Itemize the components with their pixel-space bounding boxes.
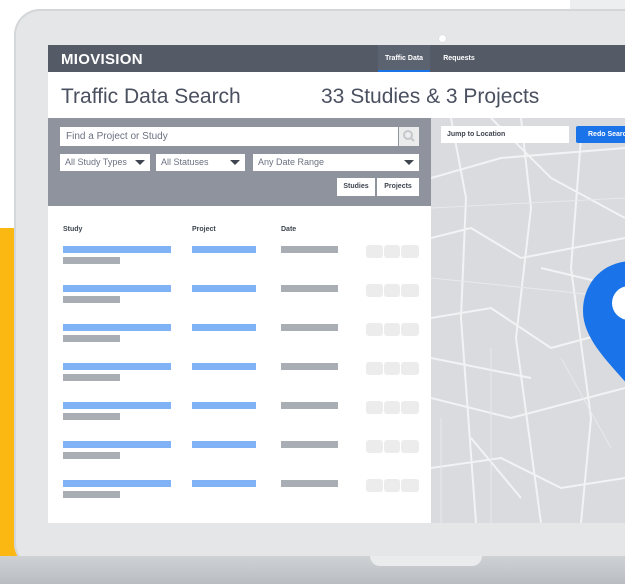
- project-name-placeholder: [192, 402, 256, 409]
- map-panel[interactable]: Jump to Location Redo Search: [431, 118, 625, 523]
- study-name-placeholder: [63, 363, 171, 370]
- study-type-select[interactable]: All Study Types: [60, 154, 150, 171]
- top-navigation-bar: MIOVISION Traffic Data Requests: [48, 45, 625, 72]
- table-row[interactable]: [48, 245, 431, 272]
- row-action-button[interactable]: [401, 245, 419, 258]
- row-action-button[interactable]: [401, 362, 419, 375]
- date-placeholder: [281, 480, 338, 487]
- row-action-button[interactable]: [366, 323, 383, 336]
- date-placeholder: [281, 324, 338, 331]
- project-name-placeholder: [192, 324, 256, 331]
- study-name-placeholder: [63, 402, 171, 409]
- study-name-placeholder: [63, 324, 171, 331]
- row-action-button[interactable]: [366, 284, 383, 297]
- row-action-button[interactable]: [401, 401, 419, 414]
- study-detail-placeholder: [63, 374, 120, 381]
- brand-logo[interactable]: MIOVISION: [61, 51, 143, 68]
- toggle-studies[interactable]: Studies: [337, 178, 375, 196]
- chevron-down-icon: [404, 160, 414, 165]
- table-row[interactable]: [48, 362, 431, 389]
- row-action-button[interactable]: [366, 401, 383, 414]
- results-panel: Find a Project or Study All Study Types …: [48, 118, 431, 523]
- study-detail-placeholder: [63, 491, 120, 498]
- date-range-select[interactable]: Any Date Range: [253, 154, 419, 171]
- study-name-placeholder: [63, 480, 171, 487]
- table-row[interactable]: [48, 323, 431, 350]
- app-screen: MIOVISION Traffic Data Requests Traffic …: [48, 45, 625, 523]
- search-icon: [403, 130, 415, 142]
- study-detail-placeholder: [63, 413, 120, 420]
- column-header-study[interactable]: Study: [63, 226, 82, 233]
- study-type-value: All Study Types: [65, 157, 127, 167]
- row-action-button[interactable]: [401, 323, 419, 336]
- study-name-placeholder: [63, 441, 171, 448]
- column-header-date[interactable]: Date: [281, 226, 296, 233]
- status-select[interactable]: All Statuses: [156, 154, 245, 171]
- study-detail-placeholder: [63, 452, 120, 459]
- row-action-button[interactable]: [401, 440, 419, 453]
- jump-to-location-input[interactable]: Jump to Location: [441, 126, 569, 143]
- row-action-button[interactable]: [366, 440, 383, 453]
- nav-tab-traffic-data[interactable]: Traffic Data: [378, 45, 430, 72]
- search-button[interactable]: [399, 127, 419, 146]
- study-name-placeholder: [63, 285, 171, 292]
- table-row[interactable]: [48, 440, 431, 467]
- row-action-button[interactable]: [384, 284, 400, 297]
- camera-icon: [438, 34, 447, 43]
- project-name-placeholder: [192, 246, 256, 253]
- study-detail-placeholder: [63, 296, 120, 303]
- status-value: All Statuses: [161, 157, 209, 167]
- study-name-placeholder: [63, 246, 171, 253]
- laptop-notch: [370, 556, 482, 566]
- date-placeholder: [281, 402, 338, 409]
- study-detail-placeholder: [63, 257, 120, 264]
- search-input[interactable]: Find a Project or Study: [60, 127, 398, 146]
- row-action-button[interactable]: [384, 245, 400, 258]
- table-row[interactable]: [48, 479, 431, 506]
- nav-tab-requests[interactable]: Requests: [432, 45, 486, 72]
- date-placeholder: [281, 441, 338, 448]
- row-action-button[interactable]: [401, 479, 419, 492]
- row-action-button[interactable]: [366, 479, 383, 492]
- date-placeholder: [281, 285, 338, 292]
- study-detail-placeholder: [63, 335, 120, 342]
- column-header-project[interactable]: Project: [192, 226, 216, 233]
- row-action-button[interactable]: [384, 479, 400, 492]
- row-action-button[interactable]: [384, 323, 400, 336]
- chevron-down-icon: [135, 160, 145, 165]
- redo-search-button[interactable]: Redo Search: [576, 126, 625, 143]
- project-name-placeholder: [192, 480, 256, 487]
- row-action-button[interactable]: [384, 440, 400, 453]
- row-action-button[interactable]: [384, 362, 400, 375]
- project-name-placeholder: [192, 363, 256, 370]
- filter-box: Find a Project or Study All Study Types …: [48, 118, 431, 206]
- table-row[interactable]: [48, 284, 431, 311]
- row-action-button[interactable]: [366, 362, 383, 375]
- page-title: Traffic Data Search: [61, 85, 241, 108]
- date-range-value: Any Date Range: [258, 157, 325, 167]
- row-action-button[interactable]: [366, 245, 383, 258]
- project-name-placeholder: [192, 441, 256, 448]
- laptop-base: [0, 556, 625, 584]
- date-placeholder: [281, 246, 338, 253]
- table-row[interactable]: [48, 401, 431, 428]
- project-name-placeholder: [192, 285, 256, 292]
- row-action-button[interactable]: [401, 284, 419, 297]
- date-placeholder: [281, 363, 338, 370]
- toggle-projects[interactable]: Projects: [377, 178, 419, 196]
- chevron-down-icon: [230, 160, 240, 165]
- location-pin-icon: [583, 261, 625, 382]
- result-count: 33 Studies & 3 Projects: [321, 85, 540, 108]
- row-action-button[interactable]: [384, 401, 400, 414]
